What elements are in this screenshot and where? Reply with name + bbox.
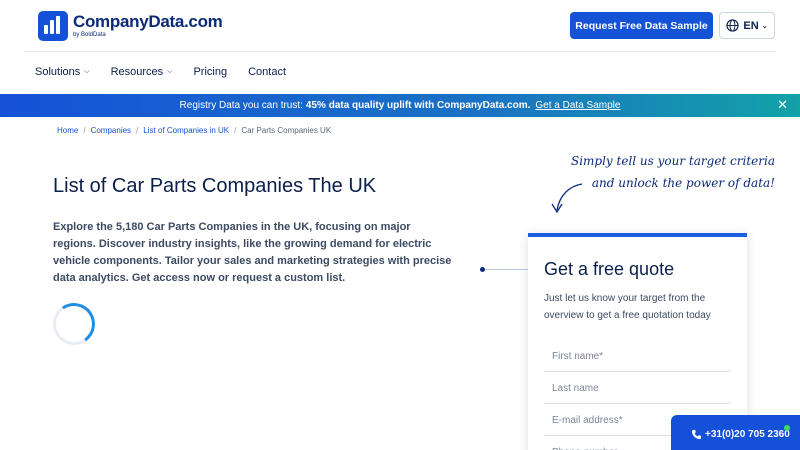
callout-line-1: Simply tell us your target criteria	[570, 154, 775, 168]
online-status-dot	[784, 425, 790, 431]
connector-line	[482, 269, 528, 270]
callout-text: Simply tell us your target criteria and …	[560, 150, 775, 194]
curved-arrow-icon	[551, 183, 583, 214]
logo-subtitle: by BoldData	[73, 32, 106, 38]
nav-item-resources[interactable]: Resources ⌵	[111, 66, 173, 78]
page-title: List of Car Parts Companies The UK	[53, 175, 377, 197]
phone-contact-button[interactable]: +31(0)20 705 2360	[671, 415, 800, 450]
close-icon[interactable]: ✕	[777, 98, 788, 112]
main-nav: Solutions ⌵ Resources ⌵ Pricing Contact	[35, 66, 307, 78]
banner-link[interactable]: Get a Data Sample	[535, 100, 620, 111]
breadcrumb-current: Car Parts Companies UK	[241, 126, 332, 135]
logo-icon	[38, 11, 68, 41]
language-label: EN	[743, 19, 759, 32]
banner-text: Registry Data you can trust:	[179, 100, 303, 111]
nav-item-solutions[interactable]: Solutions ⌵	[35, 66, 90, 78]
header-divider	[24, 51, 776, 52]
nav-label: Contact	[248, 66, 287, 78]
breadcrumb-separator: /	[234, 126, 237, 135]
breadcrumb-uk-list[interactable]: List of Companies in UK	[143, 126, 229, 135]
last-name-field[interactable]: Last name	[544, 373, 731, 404]
nav-item-pricing[interactable]: Pricing	[193, 66, 227, 78]
nav-label: Pricing	[193, 66, 228, 78]
chevron-down-icon: ⌵	[84, 68, 90, 75]
breadcrumb: Home / Companies / List of Companies in …	[57, 126, 331, 135]
quote-form-title: Get a free quote	[544, 259, 675, 279]
request-sample-button[interactable]: Request Free Data Sample	[570, 12, 713, 39]
language-selector[interactable]: EN ⌄	[719, 12, 775, 39]
banner-highlight: 45% data quality uplift with CompanyData…	[305, 100, 531, 111]
breadcrumb-home[interactable]: Home	[57, 126, 78, 135]
chevron-down-icon: ⌵	[167, 68, 173, 75]
site-header: CompanyData.com by BoldData Request Free…	[0, 0, 800, 52]
breadcrumb-separator: /	[83, 126, 86, 135]
nav-item-contact[interactable]: Contact	[248, 66, 286, 78]
loading-spinner	[49, 299, 99, 349]
breadcrumb-companies[interactable]: Companies	[91, 126, 131, 135]
page-description: Explore the 5,180 Car Parts Companies in…	[53, 221, 452, 284]
quote-form-text: Just let us know your target from the ov…	[544, 293, 711, 321]
breadcrumb-separator: /	[136, 126, 139, 135]
logo-name: CompanyData.com	[73, 12, 223, 31]
logo[interactable]: CompanyData.com by BoldData	[38, 11, 223, 41]
nav-label: Resources	[110, 66, 164, 78]
chevron-down-icon: ⌄	[761, 22, 768, 30]
phone-icon	[691, 429, 702, 439]
phone-number: +31(0)20 705 2360	[705, 428, 790, 440]
first-name-field[interactable]: First name*	[544, 341, 731, 372]
promo-banner: Registry Data you can trust: 45% data qu…	[0, 94, 800, 117]
globe-icon	[726, 19, 740, 32]
callout-line-2: and unlock the power of data!	[591, 176, 775, 190]
connector-dot	[480, 267, 485, 272]
nav-label: Solutions	[35, 66, 81, 78]
